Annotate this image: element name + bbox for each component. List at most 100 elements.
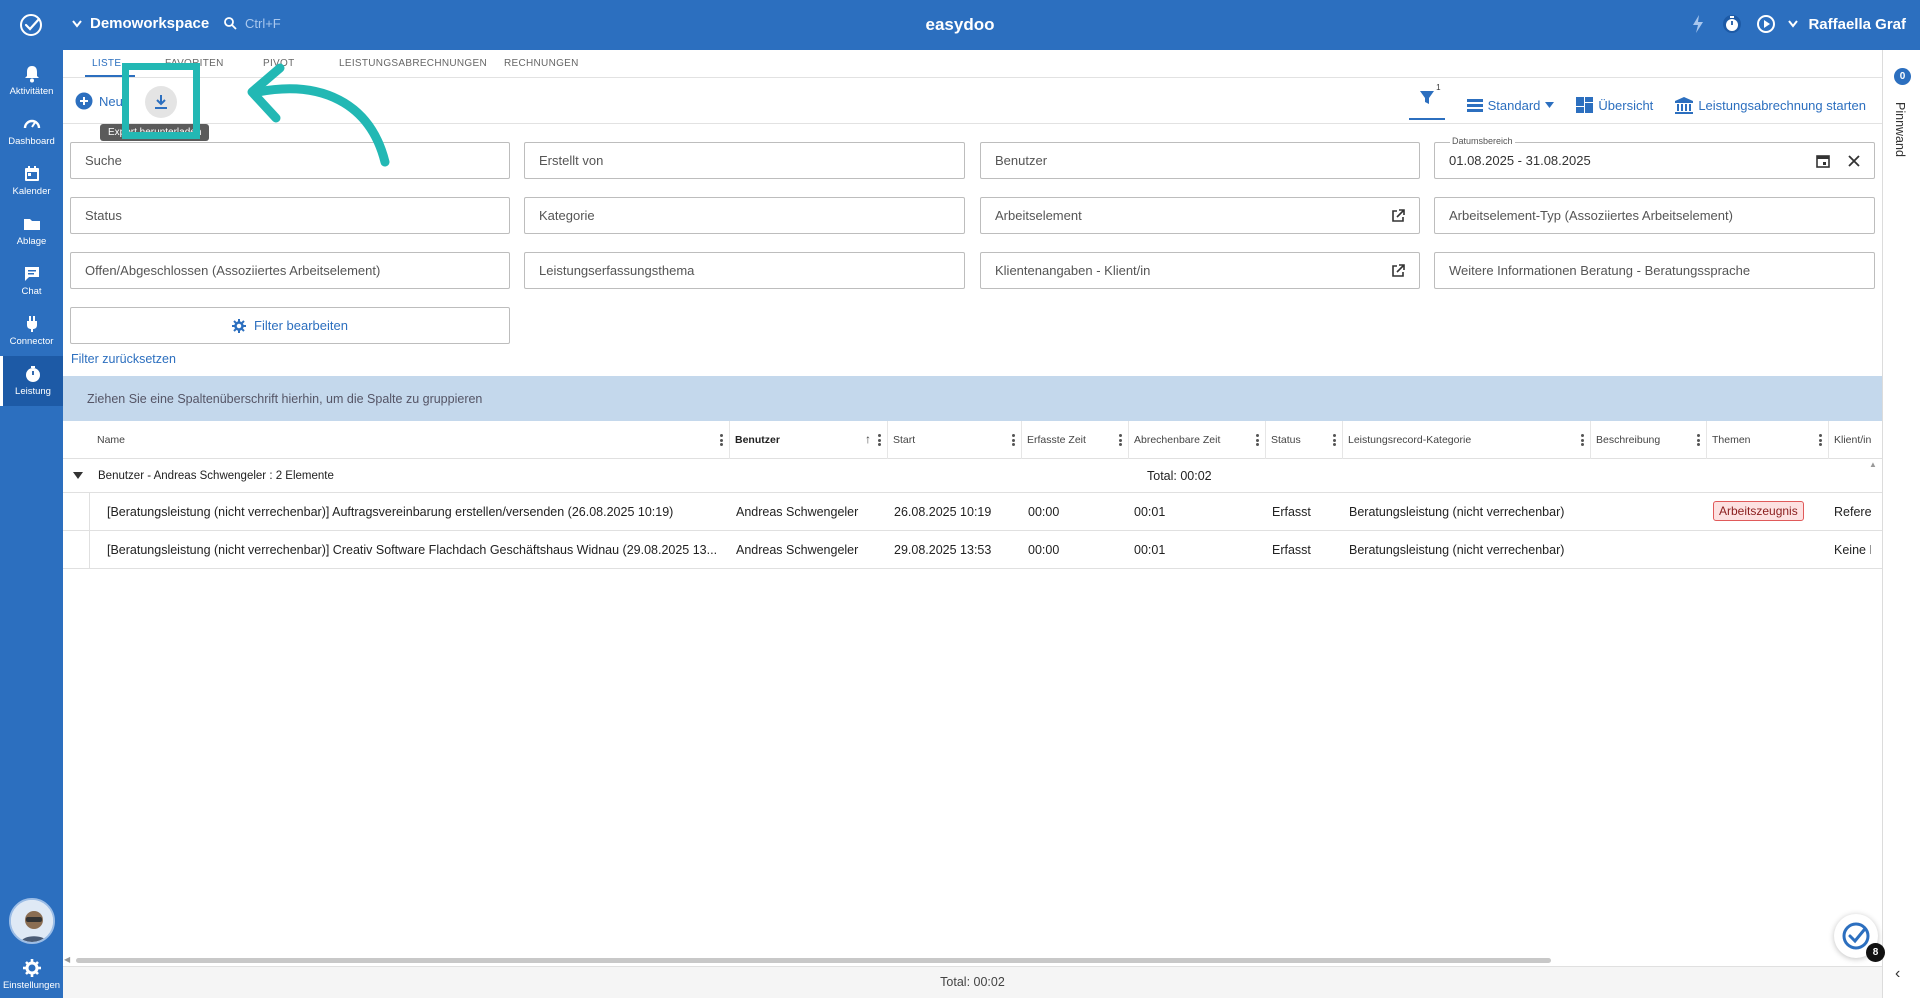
sidebar-item-dashboard[interactable]: Dashboard: [0, 106, 63, 156]
close-icon[interactable]: [1848, 154, 1860, 167]
edit-filters-button[interactable]: Filter bearbeiten: [70, 307, 510, 344]
user-name[interactable]: Raffaella Graf: [1808, 16, 1906, 33]
column-header-themen[interactable]: Themen: [1707, 421, 1829, 459]
cell-name: [Beratungsleistung (nicht verrechenbar)]…: [107, 543, 718, 557]
gauge-icon: [23, 119, 40, 129]
column-menu-icon[interactable]: [1119, 434, 1122, 446]
column-menu-icon[interactable]: [878, 434, 881, 446]
expand-collapse-icon[interactable]: [73, 472, 83, 479]
column-menu-icon[interactable]: [1581, 434, 1584, 446]
highlight-box: [122, 63, 200, 139]
client-field[interactable]: Klientenangaben - Klient/in: [980, 252, 1420, 289]
overview-button[interactable]: Übersicht: [1576, 97, 1653, 113]
column-header-benutzer[interactable]: Benutzer ↑: [730, 421, 888, 459]
calendar-icon[interactable]: [1816, 154, 1830, 168]
status-field[interactable]: Status: [70, 197, 510, 234]
list-icon: [1466, 99, 1483, 112]
column-menu-icon[interactable]: [1256, 434, 1259, 446]
open-closed-placeholder: Offen/Abgeschlossen (Assoziiertes Arbeit…: [85, 263, 381, 278]
column-header-name[interactable]: Name: [89, 421, 730, 459]
pinboard-toggle[interactable]: Pinnwand: [1893, 102, 1907, 157]
user-field[interactable]: Benutzer: [980, 142, 1420, 179]
category-placeholder: Kategorie: [539, 208, 595, 223]
group-by-hint: Ziehen Sie eine Spaltenüberschrift hierh…: [87, 391, 483, 406]
stopwatch-icon[interactable]: [1720, 12, 1744, 36]
start-billing-button[interactable]: Leistungsabrechnung starten: [1675, 96, 1866, 114]
sidebar-item-einstellungen[interactable]: Einstellungen: [0, 952, 63, 998]
service-topic-field[interactable]: Leistungserfassungsthema: [524, 252, 965, 289]
column-header-label: Abrechenbare Zeit: [1134, 434, 1221, 446]
cell-klient: Keine F: [1834, 543, 1871, 557]
notification-count-badge: 8: [1866, 943, 1885, 962]
search-icon: [224, 17, 237, 30]
created-by-field[interactable]: Erstellt von: [524, 142, 965, 179]
open-external-icon[interactable]: [1391, 263, 1405, 278]
consultation-language-field[interactable]: Weitere Informationen Beratung - Beratun…: [1434, 252, 1875, 289]
chevron-down-icon[interactable]: [1788, 20, 1799, 28]
table-row[interactable]: [Beratungsleistung (nicht verrechenbar)]…: [63, 493, 1882, 531]
column-menu-icon[interactable]: [720, 434, 723, 446]
column-header-status[interactable]: Status: [1266, 421, 1343, 459]
row-indent: [89, 531, 90, 569]
view-selector[interactable]: Standard: [1466, 98, 1555, 113]
search-input-placeholder: Suche: [85, 153, 122, 168]
category-field[interactable]: Kategorie: [524, 197, 965, 234]
cell-erfasste-zeit: 00:00: [1028, 543, 1060, 557]
table-row[interactable]: [Beratungsleistung (nicht verrechenbar)]…: [63, 531, 1882, 569]
column-menu-icon[interactable]: [1012, 434, 1015, 446]
column-header-start[interactable]: Start: [888, 421, 1022, 459]
global-search[interactable]: Ctrl+F: [224, 16, 281, 31]
dashboard-grid-icon: [1576, 97, 1594, 113]
column-menu-icon[interactable]: [1819, 434, 1822, 446]
cell-name: [Beratungsleistung (nicht verrechenbar)]…: [107, 505, 674, 519]
lightning-icon[interactable]: [1686, 12, 1710, 36]
column-header-abrechenbare-zeit[interactable]: Abrechenbare Zeit: [1129, 421, 1266, 459]
work-item-type-placeholder: Arbeitselement-Typ (Assoziiertes Arbeits…: [1449, 208, 1733, 223]
workspace-selector[interactable]: Demoworkspace: [72, 15, 209, 32]
avatar[interactable]: [9, 898, 55, 944]
chevron-left-icon[interactable]: ‹: [1895, 965, 1900, 983]
plug-icon: [26, 316, 37, 332]
funnel-icon: [1419, 91, 1434, 104]
easydoo-logo-icon[interactable]: [18, 12, 44, 38]
sidebar-item-aktivitaeten[interactable]: Aktivitäten: [0, 56, 63, 106]
sidebar-item-label: Ablage: [16, 236, 47, 247]
sidebar-item-kalender[interactable]: Kalender: [0, 156, 63, 206]
filter-toggle-button[interactable]: 1: [1408, 83, 1445, 120]
new-button[interactable]: Neu: [75, 92, 123, 110]
cell-kategorie: Beratungsleistung (nicht verrechenbar): [1349, 505, 1565, 519]
sidebar-item-connector[interactable]: Connector: [0, 306, 63, 356]
overview-label: Übersicht: [1598, 97, 1654, 113]
horizontal-scrollbar[interactable]: [76, 958, 1551, 963]
group-by-drop-zone[interactable]: Ziehen Sie eine Spaltenüberschrift hierh…: [63, 376, 1882, 421]
work-item-field[interactable]: Arbeitselement: [980, 197, 1420, 234]
pointer-arrow-icon: [247, 63, 390, 167]
group-row[interactable]: Benutzer - Andreas Schwengeler : 2 Eleme…: [63, 459, 1882, 493]
column-header-label: Status: [1271, 434, 1301, 446]
footer-total: Total: 00:02: [940, 975, 1005, 989]
date-range-value: 01.08.2025 - 31.08.2025: [1449, 153, 1591, 168]
column-menu-icon[interactable]: [1697, 434, 1700, 446]
reset-filters-link[interactable]: Filter zurücksetzen: [71, 352, 176, 366]
play-icon[interactable]: [1754, 12, 1778, 36]
column-header-erfasste-zeit[interactable]: Erfasste Zeit: [1022, 421, 1129, 459]
service-topic-placeholder: Leistungserfassungsthema: [539, 263, 695, 278]
tab-rechnungen[interactable]: RECHNUNGEN: [504, 58, 579, 69]
sidebar-item-ablage[interactable]: Ablage: [0, 206, 63, 256]
scroll-up-arrow[interactable]: ▲: [1869, 460, 1877, 469]
scroll-left-arrow[interactable]: ◀: [64, 955, 70, 964]
group-label: Benutzer - Andreas Schwengeler : 2 Eleme…: [98, 470, 334, 482]
sidebar-item-leistung[interactable]: Leistung: [0, 356, 63, 406]
open-closed-field[interactable]: Offen/Abgeschlossen (Assoziiertes Arbeit…: [70, 252, 510, 289]
column-header-label: Name: [97, 434, 126, 446]
column-header-kategorie[interactable]: Leistungsrecord-Kategorie: [1343, 421, 1591, 459]
date-range-field[interactable]: 01.08.2025 - 31.08.2025: [1434, 142, 1875, 179]
cell-status: Erfasst: [1272, 543, 1311, 557]
sidebar-item-chat[interactable]: Chat: [0, 256, 63, 306]
column-header-beschreibung[interactable]: Beschreibung: [1591, 421, 1707, 459]
work-item-type-field[interactable]: Arbeitselement-Typ (Assoziiertes Arbeits…: [1434, 197, 1875, 234]
column-header-klient[interactable]: Klient/in: [1829, 421, 1873, 459]
column-menu-icon[interactable]: [1333, 434, 1336, 446]
open-external-icon[interactable]: [1391, 208, 1405, 223]
tab-liste[interactable]: LISTE: [92, 58, 121, 69]
